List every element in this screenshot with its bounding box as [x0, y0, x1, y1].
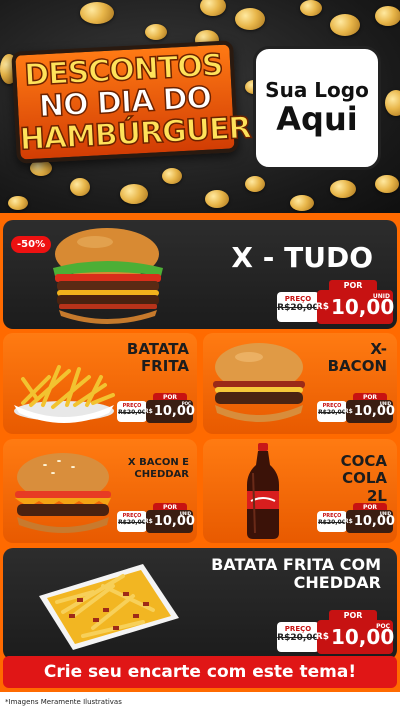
- burger-image: [213, 343, 305, 422]
- old-price: R$20,00: [318, 409, 346, 416]
- new-price-box: R$ 10,00 POÇ: [315, 620, 394, 654]
- coin-icon: [245, 176, 265, 192]
- old-price-box: PREÇO R$20,00: [117, 401, 147, 422]
- product-name: COCA COLA 2L: [340, 452, 387, 505]
- old-price: R$20,00: [318, 519, 346, 526]
- old-price-box: PREÇO R$20,00: [117, 511, 147, 532]
- coin-icon: [200, 0, 226, 16]
- logo-placeholder: Sua Logo Aqui: [253, 46, 381, 170]
- product-name: X - TUDO: [231, 241, 373, 274]
- preco-label: PREÇO: [284, 625, 312, 633]
- product-name: BATATA FRITA: [126, 340, 189, 376]
- fries-image: [14, 365, 115, 423]
- old-price: R$20,00: [118, 409, 146, 416]
- header-banner: DESCONTOS NO DIA DO HAMBÚRGUER Sua Logo …: [0, 0, 400, 213]
- product-name: X-BACON: [327, 340, 387, 376]
- coin-icon: [80, 2, 114, 24]
- burger-image: [53, 228, 163, 324]
- title-line-3: HAMBÚRGUER: [18, 110, 252, 159]
- product-card-x-bacon-cheddar[interactable]: X BACON E CHEDDAR POR PREÇO R$20,00 R$ 1…: [3, 439, 197, 543]
- logo-text-line-2: Aqui: [276, 100, 358, 139]
- old-price-box: PREÇO R$20,00: [317, 401, 347, 422]
- new-price-box: R$ 10,00 UNID: [144, 510, 195, 533]
- new-price: 10,00: [353, 514, 395, 529]
- coin-icon: [300, 0, 322, 16]
- price-tag: POR PREÇO R$20,00 R$ 10,00 POÇ: [277, 610, 394, 654]
- price-tag: POR PREÇO R$20,00 R$ 10,00 UNID: [317, 503, 395, 533]
- old-price-box: PREÇO R$20,00: [277, 292, 319, 322]
- product-name: BATATA FRITA COM CHEDDAR: [211, 555, 381, 593]
- new-price: 10,00: [153, 404, 195, 419]
- preco-label: PREÇO: [284, 295, 312, 303]
- product-card-batata-cheddar[interactable]: BATATA FRITA COM CHEDDAR POR PREÇO R$20,…: [3, 548, 397, 660]
- coin-icon: [330, 180, 356, 198]
- new-price: 10,00: [153, 514, 195, 529]
- coin-icon: [120, 184, 148, 204]
- product-card-x-bacon[interactable]: X-BACON POR PREÇO R$20,00 R$ 10,00 UNID: [203, 333, 397, 434]
- product-name: X BACON E CHEDDAR: [127, 457, 189, 480]
- cta-banner[interactable]: Crie seu encarte com este tema!: [3, 656, 397, 688]
- currency: R$: [344, 408, 353, 415]
- old-price-box: PREÇO R$20,00: [317, 511, 347, 532]
- coin-icon: [290, 195, 314, 211]
- old-price-box: PREÇO R$20,00: [277, 622, 319, 652]
- unit-label: UNID: [379, 511, 391, 516]
- coin-icon: [375, 175, 399, 193]
- new-price-box: R$ 10,00 POÇ: [144, 400, 195, 423]
- price-tag: POR PREÇO R$20,00 R$ 10,00 POÇ: [117, 393, 195, 423]
- old-price: R$20,00: [277, 303, 319, 313]
- old-price: R$20,00: [118, 519, 146, 526]
- coin-icon: [330, 14, 360, 36]
- coin-icon: [70, 178, 90, 196]
- unit-label: UNID: [379, 401, 391, 406]
- fries-cheddar-image: [39, 564, 179, 650]
- new-price-box: R$ 10,00 UNID: [344, 400, 395, 423]
- coin-icon: [8, 196, 28, 210]
- price-tag: POR PREÇO R$20,00 R$ 10,00 UNID: [117, 503, 195, 533]
- new-price: 10,00: [353, 404, 395, 419]
- disclaimer-text: *Imagens Meramente Ilustrativas: [0, 692, 400, 711]
- unit-label: POÇ: [376, 623, 390, 630]
- currency: R$: [144, 408, 153, 415]
- coin-icon: [162, 168, 182, 184]
- new-price-box: R$ 10,00 UNID: [315, 290, 394, 324]
- product-grid: -50% X - TUDO POR PREÇO R$20,00 R$ 10,00…: [0, 213, 400, 711]
- currency: R$: [344, 518, 353, 525]
- currency: R$: [144, 518, 153, 525]
- product-card-x-tudo[interactable]: -50% X - TUDO POR PREÇO R$20,00 R$ 10,00…: [3, 220, 397, 329]
- coin-icon: [145, 24, 167, 40]
- promo-title: DESCONTOS NO DIA DO HAMBÚRGUER: [11, 40, 252, 164]
- currency: R$: [315, 302, 329, 312]
- product-card-batata-frita[interactable]: BATATA FRITA POR PREÇO R$20,00 R$ 10,00 …: [3, 333, 197, 434]
- product-card-coca-cola[interactable]: COCA COLA 2L POR PREÇO R$20,00 R$ 10,00 …: [203, 439, 397, 543]
- coin-icon: [385, 90, 400, 116]
- price-tag: POR PREÇO R$20,00 R$ 10,00 UNID: [317, 393, 395, 423]
- price-tag: POR PREÇO R$20,00 R$ 10,00 UNID: [277, 280, 394, 324]
- soda-bottle-image: [247, 443, 279, 539]
- coin-icon: [375, 6, 400, 26]
- new-price-box: R$ 10,00 UNID: [344, 510, 395, 533]
- unit-label: UNID: [179, 511, 191, 516]
- coin-icon: [205, 190, 229, 208]
- logo-text-line-1: Sua Logo: [265, 78, 369, 103]
- unit-label: UNID: [372, 293, 390, 300]
- currency: R$: [315, 632, 329, 642]
- coin-icon: [235, 8, 265, 30]
- unit-label: POÇ: [181, 401, 191, 406]
- old-price: R$20,00: [277, 633, 319, 643]
- burger-image: [15, 453, 111, 533]
